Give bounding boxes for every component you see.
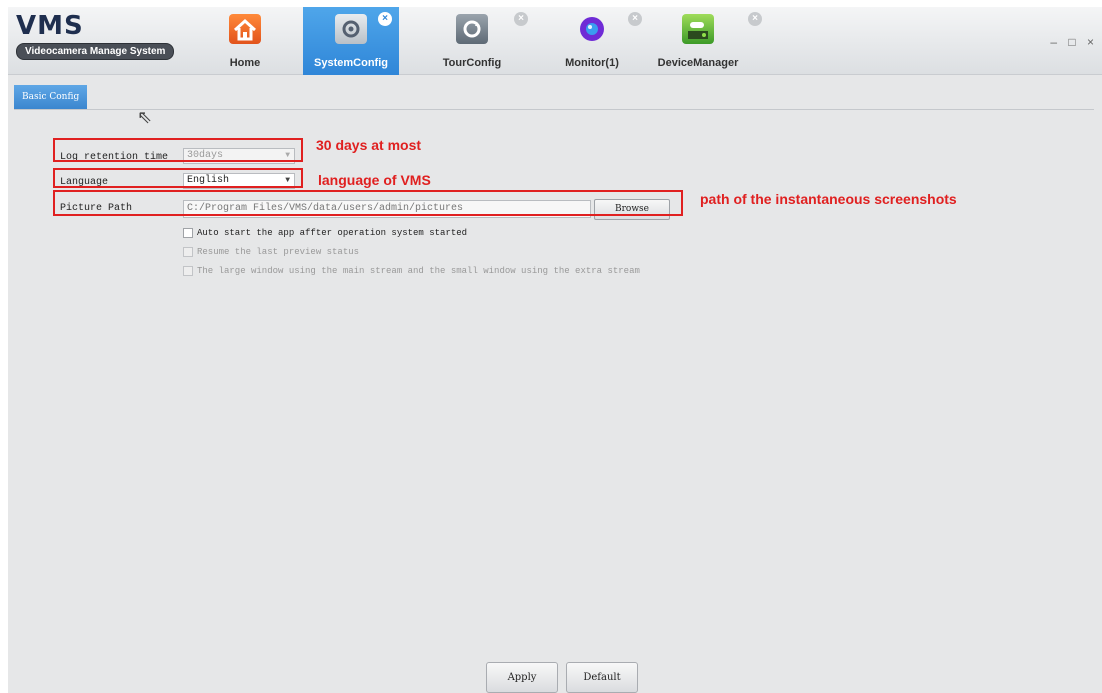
close-icon[interactable]: × xyxy=(748,12,762,26)
tab-basic-config[interactable]: Basic Config xyxy=(14,85,88,109)
close-icon[interactable]: × xyxy=(628,12,642,26)
monitor-icon xyxy=(576,14,608,44)
auto-start-label: Auto start the app affter operation syst… xyxy=(197,228,468,238)
tab-home[interactable]: Home xyxy=(208,7,282,75)
top-bar: VMS Videocamera Manage System Home Syste… xyxy=(8,7,1102,75)
gear-icon xyxy=(335,14,367,44)
tab-systemconfig-label: SystemConfig xyxy=(314,57,388,69)
auto-start-checkbox[interactable] xyxy=(183,228,193,238)
log-retention-note: 30 days at most xyxy=(316,137,422,153)
language-highlight xyxy=(53,168,303,188)
apply-button[interactable]: Apply xyxy=(486,662,558,693)
tab-tourconfig[interactable]: TourConfig × xyxy=(432,7,528,75)
tab-home-label: Home xyxy=(229,57,261,69)
tab-devicemanager-label: DeviceManager xyxy=(657,57,739,69)
tab-monitor[interactable]: Monitor(1) × xyxy=(552,7,642,75)
resume-preview-label: Resume the last preview status xyxy=(197,247,360,257)
log-retention-highlight xyxy=(53,138,303,162)
language-note: language of VMS xyxy=(318,172,431,188)
tab-systemconfig[interactable]: SystemConfig × xyxy=(303,7,399,75)
resume-preview-checkbox[interactable] xyxy=(183,247,193,257)
vms-window: VMS Videocamera Manage System Home Syste… xyxy=(8,7,1102,693)
tab-tourconfig-label: TourConfig xyxy=(442,57,502,69)
device-icon xyxy=(682,14,714,44)
stream-mode-checkbox[interactable] xyxy=(183,266,193,276)
app-title: VMS xyxy=(16,11,84,41)
close-icon[interactable]: × xyxy=(514,12,528,26)
mouse-cursor-icon: ⇖ xyxy=(137,107,153,127)
default-button[interactable]: Default xyxy=(566,662,638,693)
subtab-divider xyxy=(14,109,1094,110)
picture-path-note: path of the instantaneous screenshots xyxy=(700,191,957,207)
app-subtitle: Videocamera Manage System xyxy=(16,43,175,60)
close-icon[interactable]: × xyxy=(378,12,392,26)
window-controls[interactable]: – □ × xyxy=(1050,35,1098,49)
home-icon xyxy=(229,14,261,44)
stream-mode-label: The large window using the main stream a… xyxy=(197,266,640,276)
picture-path-highlight xyxy=(53,190,683,216)
app-logo: VMS Videocamera Manage System xyxy=(16,11,175,60)
tour-icon xyxy=(456,14,488,44)
tab-monitor-label: Monitor(1) xyxy=(565,57,619,69)
tab-devicemanager[interactable]: DeviceManager × xyxy=(648,7,762,75)
